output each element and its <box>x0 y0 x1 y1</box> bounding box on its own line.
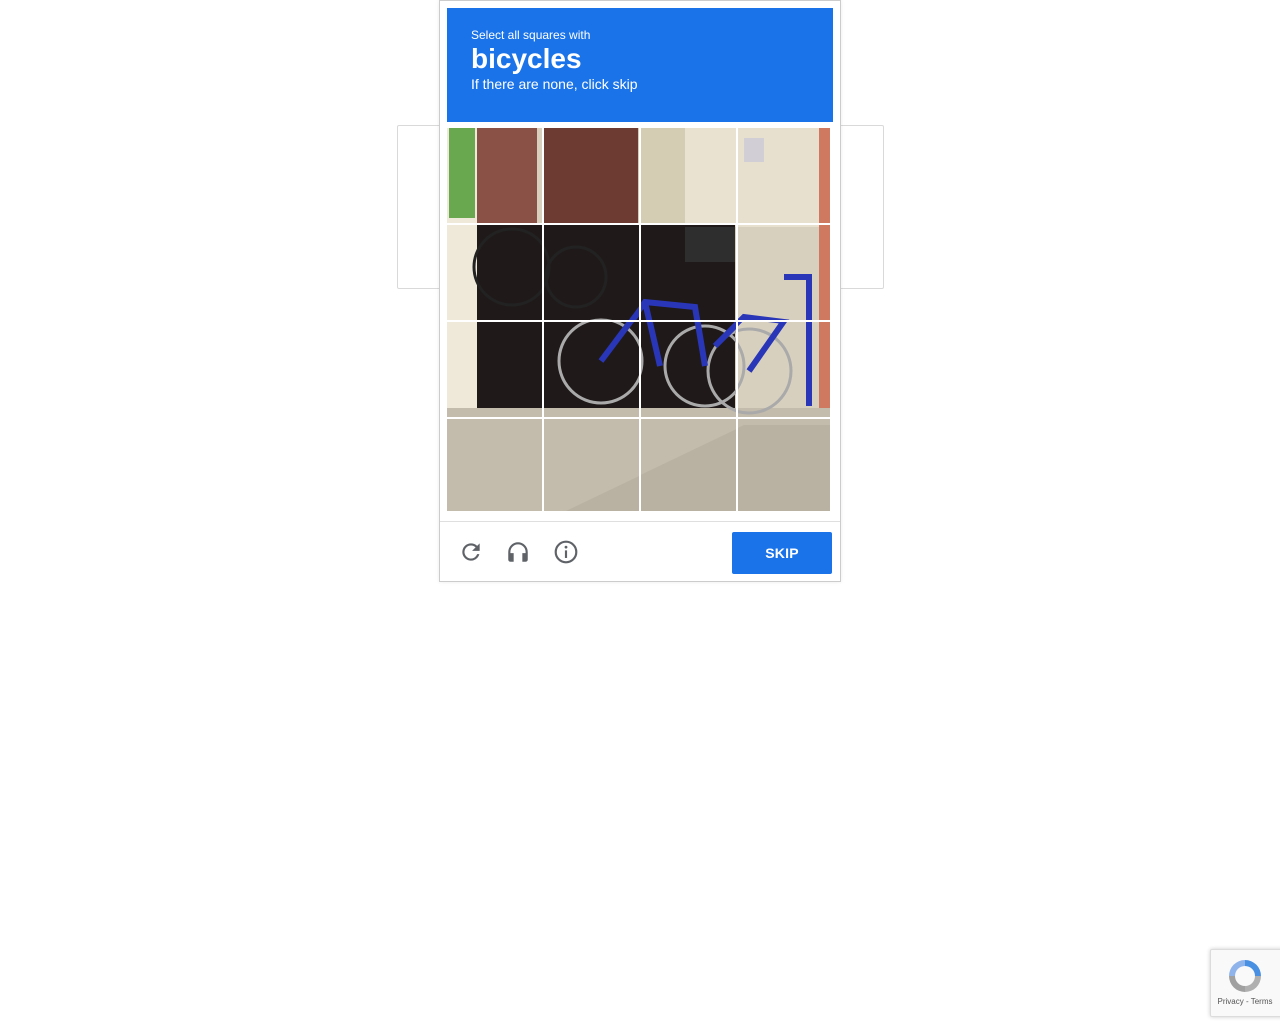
image-tile[interactable] <box>641 419 736 514</box>
tile-image-slice <box>738 225 830 320</box>
target-object-label: bicycles <box>471 43 582 74</box>
challenge-header: Select all squares with bicycles If ther… <box>447 8 833 122</box>
image-tile[interactable] <box>738 419 833 514</box>
tile-image-slice <box>738 322 830 417</box>
image-tile[interactable] <box>641 322 736 417</box>
tile-image-slice <box>544 419 639 511</box>
tile-image-slice <box>447 128 542 223</box>
image-tile[interactable] <box>447 225 542 320</box>
captcha-challenge-dialog: Select all squares with bicycles If ther… <box>439 0 841 582</box>
tile-image-slice <box>641 322 736 417</box>
tile-image-slice <box>544 322 639 417</box>
badge-links: Privacy - Terms <box>1211 997 1279 1006</box>
privacy-link[interactable]: Privacy <box>1218 997 1244 1006</box>
image-tile[interactable] <box>544 419 639 514</box>
badge-separator: - <box>1243 997 1251 1006</box>
skip-button[interactable]: SKIP <box>732 532 832 574</box>
terms-link[interactable]: Terms <box>1251 997 1273 1006</box>
image-tile[interactable] <box>447 322 542 417</box>
headphones-icon <box>508 542 528 562</box>
reload-button[interactable] <box>457 538 485 566</box>
image-tile[interactable] <box>738 225 833 320</box>
image-tile[interactable] <box>447 419 542 514</box>
reload-icon <box>462 543 480 561</box>
image-tile[interactable] <box>544 225 639 320</box>
tile-image-slice <box>641 128 736 223</box>
instruction-text: Select all squares with <box>471 28 591 42</box>
tile-image-slice <box>544 128 639 223</box>
tile-image-slice <box>447 225 542 320</box>
image-tile[interactable] <box>641 225 736 320</box>
image-tile-grid <box>447 128 833 514</box>
tile-image-slice <box>738 419 830 511</box>
image-tile[interactable] <box>544 128 639 223</box>
tile-image-slice <box>641 225 736 320</box>
tile-image-slice <box>738 128 830 223</box>
audio-challenge-button[interactable] <box>504 538 532 566</box>
tile-image-slice <box>544 225 639 320</box>
image-tile[interactable] <box>738 128 833 223</box>
info-button[interactable] <box>552 538 580 566</box>
image-tile[interactable] <box>738 322 833 417</box>
info-icon <box>554 540 578 564</box>
tile-image-slice <box>447 322 542 417</box>
image-tile[interactable] <box>447 128 542 223</box>
recaptcha-logo-icon <box>1229 960 1261 992</box>
challenge-footer: SKIP <box>440 521 840 581</box>
image-tile[interactable] <box>641 128 736 223</box>
skip-hint-text: If there are none, click skip <box>471 76 638 92</box>
tile-image-slice <box>641 419 736 511</box>
tile-image-slice <box>447 419 542 511</box>
recaptcha-badge[interactable]: Privacy - Terms <box>1210 949 1280 1017</box>
image-tile[interactable] <box>544 322 639 417</box>
